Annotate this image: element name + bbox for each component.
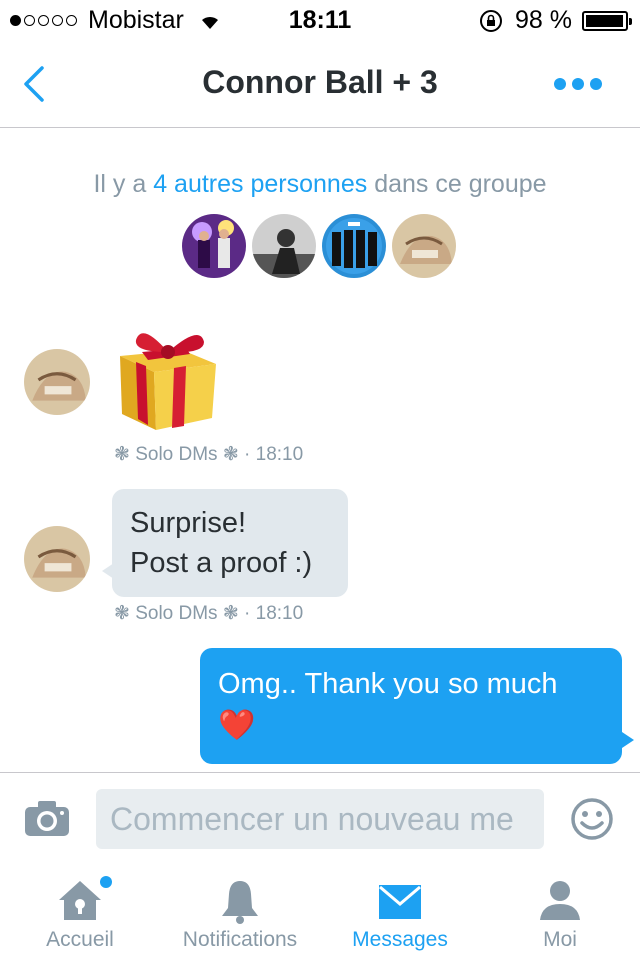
group-info: Il y a 4 autres personnes dans ce groupe <box>0 170 640 199</box>
envelope-icon <box>379 885 421 919</box>
more-dot <box>554 78 566 90</box>
battery-percent: 98 % <box>515 6 572 34</box>
group-members-link[interactable]: 4 autres personnes <box>153 170 367 198</box>
bell-icon <box>222 881 258 924</box>
tab-label: Messages <box>352 928 448 951</box>
tab-bar: Accueil Notifications Messages Moi <box>0 864 640 960</box>
status-bar: Mobistar 18:11 98 % <box>0 0 640 40</box>
group-member-avatar[interactable] <box>392 214 456 278</box>
status-right: 98 % <box>479 6 632 35</box>
tab-home[interactable]: Accueil <box>0 864 160 960</box>
camera-icon[interactable] <box>24 799 70 837</box>
tab-me[interactable]: Moi <box>480 864 640 960</box>
tab-notifications[interactable]: Notifications <box>160 864 320 960</box>
person-icon <box>540 881 580 920</box>
message-composer <box>0 772 640 864</box>
more-options-icon[interactable] <box>548 78 602 90</box>
tab-messages[interactable]: Messages <box>320 864 480 960</box>
group-info-suffix: dans ce groupe <box>374 170 547 198</box>
message-line: Post a proof :) <box>130 547 313 579</box>
tab-label: Notifications <box>182 928 298 951</box>
message-meta: ❃ Solo DMs ❃ · 18:10 <box>114 444 304 465</box>
gift-emoji-message <box>112 322 224 439</box>
message-input[interactable] <box>96 789 544 849</box>
tab-label: Moi <box>543 928 577 951</box>
home-icon <box>59 881 101 920</box>
gift-icon <box>120 333 216 430</box>
more-dot <box>590 78 602 90</box>
rotation-lock-icon <box>480 9 503 32</box>
battery-icon <box>582 10 632 31</box>
group-info-prefix: Il y a <box>93 170 147 198</box>
home-badge <box>100 876 112 888</box>
more-dot <box>572 78 584 90</box>
conversation-header: Connor Ball + 3 <box>0 40 640 128</box>
message-text: Omg.. Thank you so much <box>218 668 558 700</box>
sender-avatar[interactable] <box>24 526 90 592</box>
sender-avatar[interactable] <box>24 349 90 415</box>
conversation-title: Connor Ball + 3 <box>202 64 438 100</box>
tab-label: Accueil <box>46 928 114 951</box>
group-member-avatar[interactable] <box>252 214 316 278</box>
battery-fill <box>586 14 624 27</box>
heart-emoji: ❤️ <box>218 709 256 742</box>
group-member-avatar[interactable] <box>322 214 386 278</box>
message-line: Surprise! <box>130 507 247 539</box>
emoji-icon[interactable] <box>570 797 614 841</box>
group-member-avatar[interactable] <box>182 214 246 278</box>
group-avatars <box>182 214 462 278</box>
message-meta: ❃ Solo DMs ❃ · 18:10 <box>114 603 304 624</box>
outgoing-message-bubble[interactable]: Omg.. Thank you so much ❤️ <box>200 648 634 764</box>
incoming-message-bubble[interactable]: Surprise! Post a proof :) <box>102 489 348 597</box>
